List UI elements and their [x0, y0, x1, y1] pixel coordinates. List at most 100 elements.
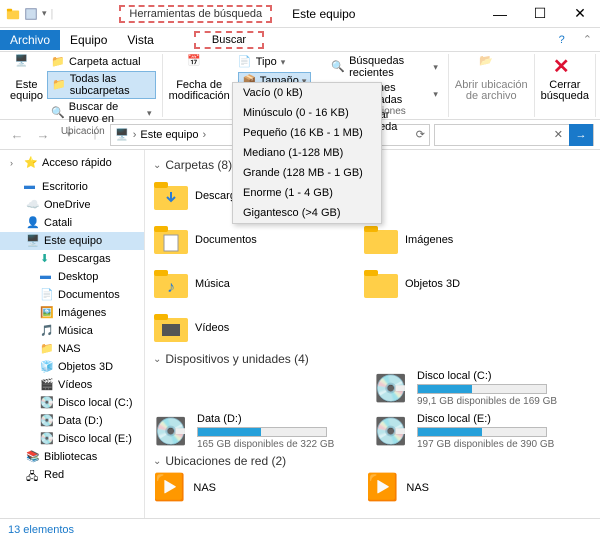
- back-button[interactable]: ←: [6, 124, 28, 146]
- chevron-down-icon: ▾: [147, 108, 152, 119]
- search-tools-tab[interactable]: Herramientas de búsqueda: [119, 5, 272, 23]
- tipo-button[interactable]: 📄Tipo▾: [234, 54, 316, 70]
- tamano-enorme[interactable]: Enorme (1 - 4 GB): [233, 183, 381, 203]
- type-icon: 📄: [238, 55, 252, 69]
- tab-buscar[interactable]: Buscar: [194, 31, 264, 49]
- drive-c[interactable]: 💽 Disco local (C:) 99,1 GB disponibles d…: [373, 370, 573, 407]
- tree-videos[interactable]: 🎬Vídeos: [0, 376, 144, 394]
- tree-onedrive[interactable]: ☁️OneDrive: [0, 196, 144, 214]
- folder-icon: 📁: [51, 55, 65, 69]
- ribbon-group-cerrar: ✕ Cerrar búsqueda: [535, 54, 596, 117]
- clear-search-icon[interactable]: ✕: [548, 128, 569, 141]
- search-box[interactable]: ✕ →: [434, 124, 594, 146]
- tree-objetos3d[interactable]: 🧊Objetos 3D: [0, 358, 144, 376]
- drive-icon: 💽: [153, 414, 189, 450]
- objects3d-icon: 🧊: [40, 360, 54, 374]
- network-nas-2[interactable]: ▶️NAS: [366, 472, 429, 503]
- folders-icon: 📁: [52, 78, 66, 92]
- tree-desktop[interactable]: ▬Desktop: [0, 268, 144, 286]
- tree-documentos[interactable]: 📄Documentos: [0, 286, 144, 304]
- close-button[interactable]: ✕: [560, 0, 600, 28]
- pc-icon: 🖥️: [115, 128, 129, 141]
- tree-catali[interactable]: 👤Catali: [0, 214, 144, 232]
- drive-icon: 💽: [40, 414, 54, 428]
- tamano-minusculo[interactable]: Minúsculo (0 - 16 KB): [233, 103, 381, 123]
- qat-dropdown-icon[interactable]: ▾: [42, 8, 47, 19]
- collapse-ribbon-icon[interactable]: ⌃: [575, 33, 600, 46]
- drive-d[interactable]: 💽 Data (D:) 165 GB disponibles de 322 GB: [153, 413, 353, 450]
- drive-usage-bar: [197, 427, 327, 437]
- todas-subcarpetas-button[interactable]: 📁Todas las subcarpetas: [47, 71, 156, 99]
- drive-free-text: 197 GB disponibles de 390 GB: [417, 439, 554, 450]
- nas-icon: ▶️: [366, 472, 398, 503]
- tab-equipo[interactable]: Equipo: [60, 30, 117, 50]
- tamano-pequeno[interactable]: Pequeño (16 KB - 1 MB): [233, 123, 381, 143]
- tab-vista[interactable]: Vista: [117, 30, 163, 50]
- maximize-button[interactable]: ☐: [520, 0, 560, 28]
- tab-archivo[interactable]: Archivo: [0, 30, 60, 50]
- open-location-icon: 📂: [479, 54, 503, 78]
- breadcrumb[interactable]: Este equipo: [140, 129, 198, 141]
- abrir-ubicacion-button: 📂 Abrir ubicación de archivo: [455, 54, 528, 102]
- tamano-gigantesco[interactable]: Gigantesco (>4 GB): [233, 203, 381, 223]
- download-icon: ⬇: [40, 252, 54, 266]
- tree-musica[interactable]: 🎵Música: [0, 322, 144, 340]
- folder-documentos[interactable]: Documentos: [153, 220, 333, 260]
- tree-descargas[interactable]: ⬇Descargas: [0, 250, 144, 268]
- folder-musica[interactable]: ♪Música: [153, 264, 333, 304]
- search-again-icon: 🔍: [51, 106, 65, 120]
- tamano-vacio[interactable]: Vacío (0 kB): [233, 83, 381, 103]
- nav-tree: ›⭐Acceso rápido ▬Escritorio ☁️OneDrive 👤…: [0, 150, 145, 518]
- window-title: Este equipo: [292, 7, 355, 21]
- svg-text:♪: ♪: [167, 279, 175, 296]
- busquedas-recientes-button[interactable]: 🔍Búsquedas recientes▾: [327, 54, 442, 80]
- folder-imagenes[interactable]: Imágenes: [363, 220, 543, 260]
- music-icon: 🎵: [40, 324, 54, 338]
- tree-este-equipo[interactable]: 🖥️Este equipo: [0, 232, 144, 250]
- tree-disco-e[interactable]: 💽Disco local (E:): [0, 430, 144, 448]
- network-nas-1[interactable]: ▶️NAS: [153, 472, 216, 503]
- este-equipo-label: Este equipo: [10, 80, 43, 102]
- star-icon: ⭐: [24, 156, 38, 170]
- nas-icon: ▶️: [153, 472, 185, 503]
- tamano-dropdown: Vacío (0 kB) Minúsculo (0 - 16 KB) Peque…: [232, 82, 382, 224]
- ubicacion-group-label: Ubicación: [61, 126, 105, 137]
- folder-videos[interactable]: Vídeos: [153, 308, 333, 348]
- forward-button[interactable]: →: [32, 124, 54, 146]
- tree-imagenes[interactable]: 🖼️Imágenes: [0, 304, 144, 322]
- este-equipo-button[interactable]: 🖥️ Este equipo: [10, 54, 43, 126]
- tree-bibliotecas[interactable]: 📚Bibliotecas: [0, 448, 144, 466]
- folder-objetos3d[interactable]: Objetos 3D: [363, 264, 543, 304]
- minimize-button[interactable]: —: [480, 0, 520, 28]
- tree-acceso-rapido[interactable]: ›⭐Acceso rápido: [0, 154, 144, 172]
- tree-escritorio[interactable]: ▬Escritorio: [0, 178, 144, 196]
- tamano-grande[interactable]: Grande (128 MB - 1 GB): [233, 163, 381, 183]
- chevron-down-icon: ⌄: [153, 456, 161, 467]
- recent-icon: 🔍: [331, 60, 345, 74]
- pictures-icon: 🖼️: [40, 306, 54, 320]
- cerrar-busqueda-button[interactable]: ✕ Cerrar búsqueda: [541, 54, 589, 102]
- cloud-icon: ☁️: [26, 198, 40, 212]
- carpeta-actual-button[interactable]: 📁Carpeta actual: [47, 54, 156, 70]
- pc-icon: 🖥️: [26, 234, 40, 248]
- chevron-down-icon: ⌄: [153, 354, 161, 365]
- network-header[interactable]: ⌄Ubicaciones de red (2): [153, 450, 592, 472]
- search-go-button[interactable]: →: [569, 124, 593, 146]
- tamano-mediano[interactable]: Mediano (1-128 MB): [233, 143, 381, 163]
- tree-data-d[interactable]: 💽Data (D:): [0, 412, 144, 430]
- tree-disco-c[interactable]: 💽Disco local (C:): [0, 394, 144, 412]
- network-icon: 🖧: [26, 468, 40, 482]
- ribbon: 🖥️ Este equipo 📁Carpeta actual 📁Todas la…: [0, 52, 600, 120]
- videos-icon: 🎬: [40, 378, 54, 392]
- properties-icon[interactable]: [24, 7, 38, 21]
- buscar-de-nuevo-button[interactable]: 🔍Buscar de nuevo en▾: [47, 100, 156, 126]
- drives-header[interactable]: ⌄Dispositivos y unidades (4): [153, 348, 592, 370]
- help-icon[interactable]: ?: [549, 34, 575, 46]
- tree-nas[interactable]: 📁NAS: [0, 340, 144, 358]
- drive-usage-bar: [417, 384, 547, 394]
- ribbon-group-abrir: 📂 Abrir ubicación de archivo: [449, 54, 535, 117]
- fecha-mod-button[interactable]: 📅 Fecha de modificación: [169, 54, 230, 106]
- drive-e[interactable]: 💽 Disco local (E:) 197 GB disponibles de…: [373, 413, 573, 450]
- tree-red[interactable]: 🖧Red: [0, 466, 144, 484]
- drive-label: Disco local (C:): [417, 370, 557, 382]
